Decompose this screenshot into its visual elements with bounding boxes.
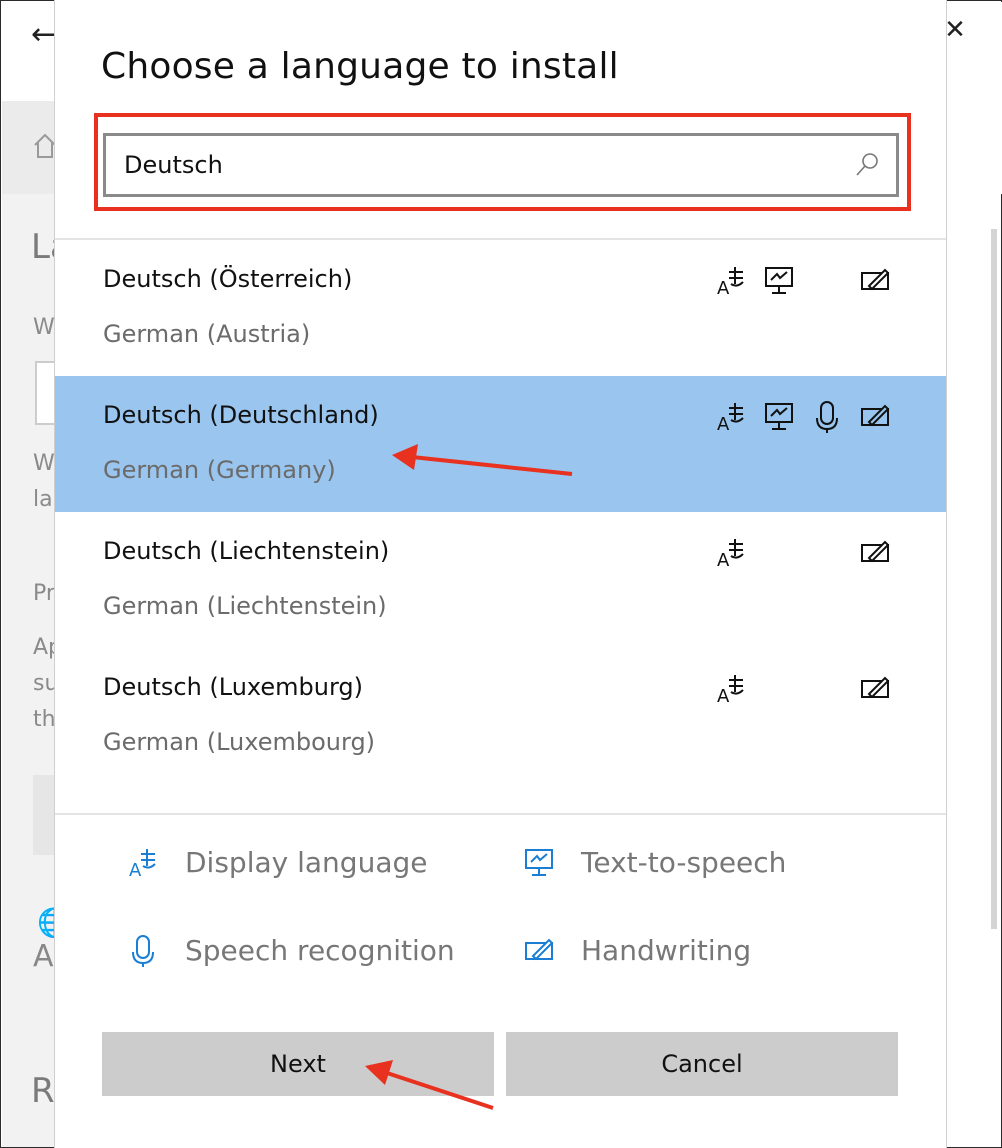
- language-english-name: German (Liechtenstein): [103, 592, 387, 620]
- text-to-speech-icon: [523, 846, 555, 880]
- search-field[interactable]: [103, 133, 899, 197]
- handwriting-icon: [859, 672, 891, 706]
- svg-text:A: A: [717, 278, 730, 298]
- language-english-name: German (Germany): [103, 456, 336, 484]
- display-language-icon: A: [715, 264, 747, 298]
- handwriting-icon: [859, 264, 891, 298]
- language-english-name: German (Austria): [103, 320, 311, 348]
- language-dialog: Choose a language to install Deutsch (Ös…: [54, 0, 947, 1148]
- svg-text:A: A: [717, 550, 730, 570]
- handwriting-icon: [859, 536, 891, 570]
- svg-text:A: A: [717, 686, 730, 706]
- language-name: Deutsch (Liechtenstein): [103, 537, 390, 565]
- language-item-de-de[interactable]: Deutsch (Deutschland) German (Germany) A: [55, 376, 946, 512]
- svg-text:A: A: [129, 860, 142, 880]
- dialog-title: Choose a language to install: [101, 46, 619, 87]
- language-name: Deutsch (Österreich): [103, 265, 353, 293]
- legend-label: Text-to-speech: [581, 846, 787, 879]
- microphone-icon: [127, 934, 159, 968]
- settings-text: Pr: [33, 581, 55, 606]
- svg-text:A: A: [717, 414, 730, 434]
- language-item-de-li[interactable]: Deutsch (Liechtenstein) German (Liechten…: [55, 512, 946, 648]
- language-item-de-lu[interactable]: Deutsch (Luxemburg) German (Luxembourg) …: [55, 648, 946, 784]
- language-item-de-at[interactable]: Deutsch (Österreich) German (Austria) A: [55, 240, 946, 376]
- settings-text: la: [33, 487, 53, 512]
- text-to-speech-icon: [763, 400, 795, 434]
- settings-text: W: [33, 315, 55, 340]
- legend-label: Handwriting: [581, 934, 752, 967]
- divider: [55, 813, 946, 815]
- scrollbar[interactable]: [991, 229, 997, 929]
- language-english-name: German (Luxembourg): [103, 728, 376, 756]
- display-language-icon: A: [715, 536, 747, 570]
- display-language-icon: A: [715, 400, 747, 434]
- legend-label: Display language: [185, 846, 428, 879]
- search-icon[interactable]: [852, 150, 882, 180]
- settings-heading: R: [31, 1071, 55, 1111]
- text-to-speech-icon: [763, 264, 795, 298]
- back-arrow-icon[interactable]: ←: [31, 17, 56, 52]
- handwriting-icon: [859, 400, 891, 434]
- display-language-icon: A: [715, 672, 747, 706]
- settings-text: W: [33, 451, 55, 476]
- settings-text: th: [33, 707, 56, 732]
- settings-text: A: [33, 939, 54, 974]
- legend-label: Speech recognition: [185, 934, 455, 967]
- next-button[interactable]: Next: [102, 1032, 494, 1096]
- microphone-icon: [811, 400, 843, 434]
- search-input[interactable]: [124, 136, 824, 194]
- cancel-button[interactable]: Cancel: [506, 1032, 898, 1096]
- handwriting-icon: [523, 934, 555, 968]
- language-name: Deutsch (Deutschland): [103, 401, 379, 429]
- language-name: Deutsch (Luxemburg): [103, 673, 364, 701]
- display-language-icon: A: [127, 846, 159, 880]
